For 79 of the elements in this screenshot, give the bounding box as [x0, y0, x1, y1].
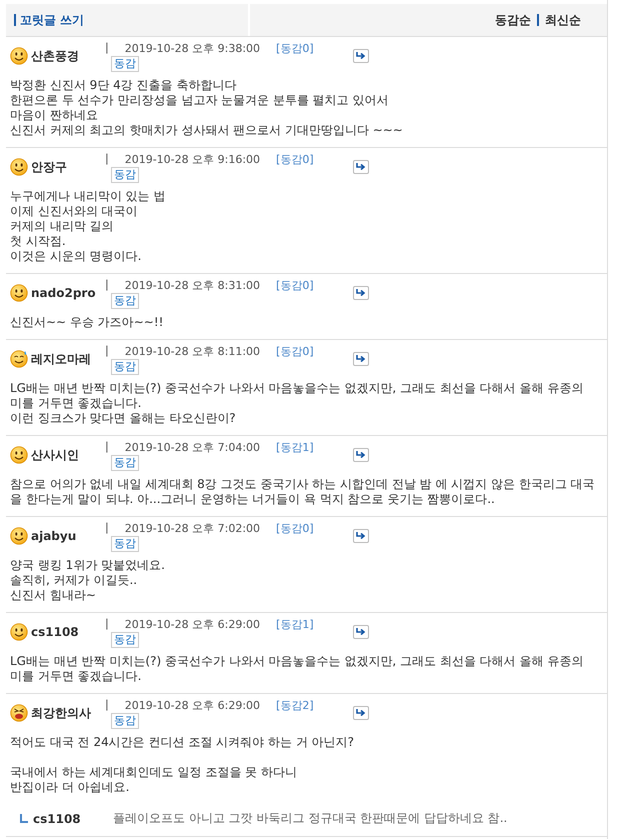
emoticon-icon	[10, 350, 28, 368]
comment-text: 참으로 어의가 없네 내일 세계대회 8강 그것도 중국기사 하는 시합인데 전날 밤 에 시껍지 않은 한국리그 대국 을 한다는게 말이 되냐. 아...그러니 운영하는 너거들이 욕 먹지 참으로 웃기는 짬뽕이로다..	[10, 477, 596, 507]
author-name: 산촌풍경	[31, 48, 79, 64]
like-count: [동감2]	[276, 698, 314, 713]
like-count: [동감1]	[276, 617, 314, 632]
separator-mark: |	[104, 617, 109, 632]
like-button[interactable]: 동감	[111, 455, 139, 471]
separator-mark: |	[104, 440, 109, 455]
comment-text: 적어도 대국 전 24시간은 컨디션 조절 시켜줘야 하는 거 아닌지?	[10, 735, 355, 750]
like-count: [동감0]	[276, 41, 314, 56]
sort-link[interactable]: 동감순	[495, 12, 531, 28]
author-name: ajabyu	[31, 529, 76, 543]
sort-link[interactable]: 최신순	[545, 12, 581, 28]
like-count: [동감0]	[276, 344, 314, 359]
like-button[interactable]: 동감	[111, 632, 139, 648]
reply-arrow-icon	[356, 709, 366, 717]
separator-mark: |	[104, 152, 109, 167]
author-name: cs1108	[31, 625, 79, 639]
like-count: [동감0]	[276, 278, 314, 293]
comment-date: 2019-10-28 오후 7:02:00	[124, 521, 260, 536]
reply-button[interactable]	[353, 49, 369, 63]
emoticon-icon	[10, 158, 28, 176]
reply-arrow-icon	[356, 163, 366, 171]
emoticon-icon	[10, 704, 28, 722]
comment-date: 2019-10-28 오후 9:38:00	[124, 41, 260, 56]
reply-button[interactable]	[353, 448, 369, 462]
comment-date: 2019-10-28 오후 7:04:00	[124, 440, 260, 455]
reply-corner-icon	[20, 814, 29, 823]
comment-text: 신진서~~ 우승 가즈아~~!!	[10, 315, 164, 330]
emoticon-icon	[10, 527, 28, 545]
reply-arrow-icon	[356, 451, 366, 459]
reply-arrow-icon	[356, 289, 366, 297]
comment-date: 2019-10-28 오후 8:31:00	[124, 278, 260, 293]
reply-arrow-icon	[356, 355, 366, 363]
emoticon-icon	[10, 446, 28, 464]
reply-author-name: cs1108	[33, 812, 82, 826]
reply-button[interactable]	[353, 352, 369, 366]
like-button[interactable]: 동감	[111, 293, 139, 309]
author-name: 최강한의사	[31, 704, 91, 722]
comment-text: 양국 랭킹 1위가 맞붙었네요. 솔직히, 커제가 이길듯.. 신진서 힘내라~	[10, 558, 166, 603]
comment-date: 2019-10-28 오후 9:16:00	[124, 152, 260, 167]
separator-mark: |	[104, 521, 109, 536]
like-button[interactable]: 동감	[111, 56, 139, 72]
reply-button[interactable]	[353, 529, 369, 543]
comment-text: 국내에서 하는 세계대회인데도 일정 조절을 못 하다니 반집이라 더 아쉽네요.	[10, 765, 298, 795]
reply-button[interactable]	[353, 286, 369, 300]
comment-date: 2019-10-28 오후 6:29:00	[124, 617, 260, 632]
reply-button[interactable]	[353, 625, 369, 639]
author-name: 산사시인	[31, 446, 79, 464]
comment-text: 누구에게나 내리막이 있는 법 이제 신진서와의 대국이 커제의 내리막 길의 첫 시작점. 이것은 시운의 명령이다.	[10, 189, 166, 264]
like-button[interactable]: 동감	[111, 713, 139, 729]
author-name: nado2pro	[31, 286, 96, 300]
like-count: [동감0]	[276, 521, 314, 536]
author-name: 안장구	[31, 158, 67, 176]
like-button[interactable]: 동감	[111, 167, 139, 183]
like-count: [동감0]	[276, 152, 314, 167]
like-button[interactable]: 동감	[111, 359, 139, 375]
write-comment-link[interactable]: 꼬릿글 쓰기	[20, 12, 84, 28]
reply-arrow-icon	[356, 532, 366, 540]
like-button[interactable]: 동감	[111, 536, 139, 552]
reply-button[interactable]	[353, 706, 369, 720]
reply-button[interactable]	[353, 160, 369, 174]
emoticon-icon	[10, 623, 28, 641]
separator-mark: |	[104, 41, 109, 56]
reply-text: 플레이오프도 아니고 그깟 바둑리그 정규대국 한판때문에 답답하네요 참..	[113, 810, 508, 827]
comment-text: LG배는 매년 반짝 미치는(?) 중국선수가 나와서 마음놓을수는 없겠지만, 그래도 최선을 다해서 올해 유종의 미를 거두면 좋겠습니다. 이런 징크스가 맞다면 올해는 타오신란이?	[10, 381, 584, 426]
comment-text: LG배는 매년 반짝 미치는(?) 중국선수가 나와서 마음놓을수는 없겠지만, 그래도 최선을 다해서 올해 유종의 미를 거두면 좋겠습니다.	[10, 654, 584, 684]
reply-arrow-icon	[356, 52, 366, 60]
separator-mark: |	[104, 344, 109, 359]
comment-date: 2019-10-28 오후 6:29:00	[124, 698, 260, 713]
emoticon-icon	[10, 284, 28, 302]
separator-mark: |	[104, 278, 109, 293]
like-count: [동감1]	[276, 440, 314, 455]
author-name: 레지오마레	[31, 350, 91, 368]
separator-mark: |	[104, 698, 109, 713]
comment-text: 박정환 신진서 9단 4강 진출을 축하합니다 한편으론 두 선수가 만리장성을 넘고자 눈물겨운 분투를 펼치고 있어서 마음이 짠하네요 신진서 커제의 최고의 핫매치가 성사돼서 팬으로서 기대만땅입니다 ~~~	[10, 78, 404, 138]
emoticon-icon	[10, 47, 28, 65]
comment-date: 2019-10-28 오후 8:11:00	[124, 344, 260, 359]
reply-arrow-icon	[356, 628, 366, 636]
